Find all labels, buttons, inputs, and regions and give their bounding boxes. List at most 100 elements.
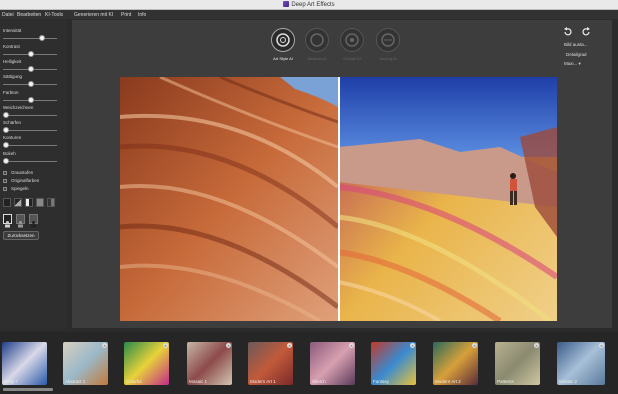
right-panel: Bild austa... Detailgrad Maxi... ▾ <box>557 27 602 71</box>
style-name-patterns: Patterns <box>497 379 514 384</box>
slider-thumb-hue[interactable] <box>28 97 34 103</box>
menu-print[interactable]: Print <box>121 12 131 18</box>
person-icon <box>5 221 10 228</box>
detail-select[interactable]: Maxi... ▾ <box>564 61 581 67</box>
window-title: Deep Art Effects <box>291 2 335 8</box>
slider-thumb-intensity[interactable] <box>39 35 45 41</box>
detail-label: Detailgrad <box>566 52 587 57</box>
original-colors-checkbox[interactable] <box>3 179 7 183</box>
slider-label-brightness: Helligkeit <box>3 59 22 64</box>
slider-track-sharpen[interactable] <box>3 130 57 131</box>
slider-label-sharpen: Schärfen <box>3 120 22 125</box>
close-icon[interactable]: × <box>349 343 354 348</box>
person-mask-icon-invert[interactable] <box>29 214 38 228</box>
close-icon[interactable]: × <box>102 343 107 348</box>
title-bar: Deep Art Effects <box>0 0 618 10</box>
app-icon <box>283 1 290 7</box>
slider-thumb-contours[interactable] <box>3 142 9 148</box>
slider-thumb-bokeh[interactable] <box>3 158 9 164</box>
menu-generate[interactable]: Generieren mit KI <box>74 12 113 18</box>
style-name-mosaic-2: Mosaic 2 <box>559 379 578 384</box>
style-name-abstract-1: Abstract 1 <box>65 379 86 384</box>
mode-gheam[interactable]: Gheam AI <box>336 28 368 61</box>
style-name-modern-art-2: Modern Art 2 <box>435 379 461 384</box>
slider-label-contours: Konturen <box>3 135 22 140</box>
person-icon <box>18 221 23 228</box>
person-icon <box>31 221 36 228</box>
style-name-colorful: Colorful <box>126 379 142 384</box>
grayscale-checkbox[interactable] <box>3 171 7 175</box>
mask-swatch-gray[interactable] <box>36 198 44 207</box>
close-icon[interactable]: × <box>410 343 415 348</box>
grayscale-label: Graustufen <box>11 170 34 175</box>
slider-track-intensity[interactable] <box>3 38 57 39</box>
mode-art-style[interactable]: Art Style AI <box>267 28 299 61</box>
person-mask-icon-selected[interactable] <box>3 214 12 228</box>
style-thumb-abstract-1[interactable]: × Abstract 1 <box>63 342 108 385</box>
chevron-down-icon: ▾ <box>578 61 581 66</box>
slider-label-contrast: Kontrast <box>3 44 20 49</box>
style-thumb-mosaic-2[interactable]: × Mosaic 2 <box>557 342 605 385</box>
close-icon[interactable]: × <box>472 343 477 348</box>
style-name-sketch: Sketch <box>312 379 326 384</box>
slider-thumb-brightness[interactable] <box>28 66 34 72</box>
original-colors-label: Originalfarben <box>11 178 40 183</box>
mode-abstract[interactable]: Abstract AI <box>301 28 333 61</box>
style-thumb-mosaic-1[interactable]: × Mosaic 1 <box>187 342 232 385</box>
mode-label-gheam: Gheam AI <box>343 56 361 61</box>
slider-track-bokeh[interactable] <box>3 161 57 162</box>
style-name-daily: Daily <box>4 379 15 384</box>
menu-ai-tools[interactable]: KI-Tools <box>45 12 63 18</box>
mirror-label: Spiegeln <box>11 186 29 191</box>
close-icon[interactable]: × <box>226 343 231 348</box>
mask-swatch-half[interactable] <box>47 198 55 207</box>
menu-edit[interactable]: Bearbeiten <box>17 12 41 18</box>
abstract-icon <box>305 28 329 52</box>
mode-label-art-style: Art Style AI <box>273 56 293 61</box>
close-icon[interactable]: × <box>163 343 168 348</box>
undo-icon[interactable] <box>563 27 572 36</box>
slider-label-blur: Weichzeichnen <box>3 105 34 110</box>
slider-thumb-sharpen[interactable] <box>3 127 9 133</box>
style-strip-scrollbar[interactable] <box>3 388 53 391</box>
reset-button[interactable]: Zurücksetzen <box>3 231 39 240</box>
style-thumb-colorful[interactable]: × Colorful <box>124 342 169 385</box>
adjustments-panel: Intensität Kontrast Helligkeit Sättigung… <box>0 20 66 330</box>
mode-analog[interactable]: Analog AI <box>372 28 404 61</box>
style-name-mosaic-1: Mosaic 1 <box>189 379 208 384</box>
art-style-icon <box>271 28 295 52</box>
detail-select-value: Maxi... <box>564 61 578 66</box>
slider-label-hue: Farbton <box>3 90 19 95</box>
window-title-wrap: Deep Art Effects <box>0 1 618 8</box>
slider-label-bokeh: Bokeh <box>3 151 16 156</box>
redo-icon[interactable] <box>582 27 591 36</box>
gheam-icon <box>340 28 364 52</box>
close-icon[interactable]: × <box>287 343 292 348</box>
style-name-modern-art-1: Modern Art 1 <box>250 379 276 384</box>
style-thumb-modern-art-2[interactable]: × Modern Art 2 <box>433 342 478 385</box>
plus-icon: + <box>15 379 18 384</box>
style-thumb-sketch[interactable]: × Sketch <box>310 342 355 385</box>
style-thumb-modern-art-1[interactable]: × Modern Art 1 <box>248 342 293 385</box>
slider-thumb-blur[interactable] <box>3 112 9 118</box>
close-icon[interactable]: × <box>599 343 604 348</box>
menu-file[interactable]: Datei <box>2 12 14 18</box>
mask-swatch-diagonal[interactable] <box>14 198 22 207</box>
mask-swatch-split[interactable] <box>25 198 33 207</box>
menu-info[interactable]: Info <box>138 12 146 18</box>
compare-divider[interactable] <box>338 77 340 321</box>
slider-thumb-saturation[interactable] <box>28 81 34 87</box>
slider-track-contours[interactable] <box>3 145 57 146</box>
close-icon[interactable]: × <box>534 343 539 348</box>
mode-label-abstract: Abstract AI <box>307 56 327 61</box>
slider-thumb-contrast[interactable] <box>28 51 34 57</box>
replace-image-button[interactable]: Bild austa... <box>564 42 588 47</box>
menu-bar: Datei Bearbeiten KI-Tools Generieren mit… <box>0 10 618 19</box>
slider-track-blur[interactable] <box>3 115 57 116</box>
person-mask-icon-light[interactable] <box>16 214 25 228</box>
style-thumb-patterns[interactable]: × Patterns <box>495 342 540 385</box>
style-thumb-daily[interactable]: Daily + <box>2 342 47 385</box>
mirror-checkbox[interactable] <box>3 187 7 191</box>
style-thumb-fantasy[interactable]: × Fantasy <box>371 342 416 385</box>
mask-swatch-dark[interactable] <box>3 198 11 207</box>
